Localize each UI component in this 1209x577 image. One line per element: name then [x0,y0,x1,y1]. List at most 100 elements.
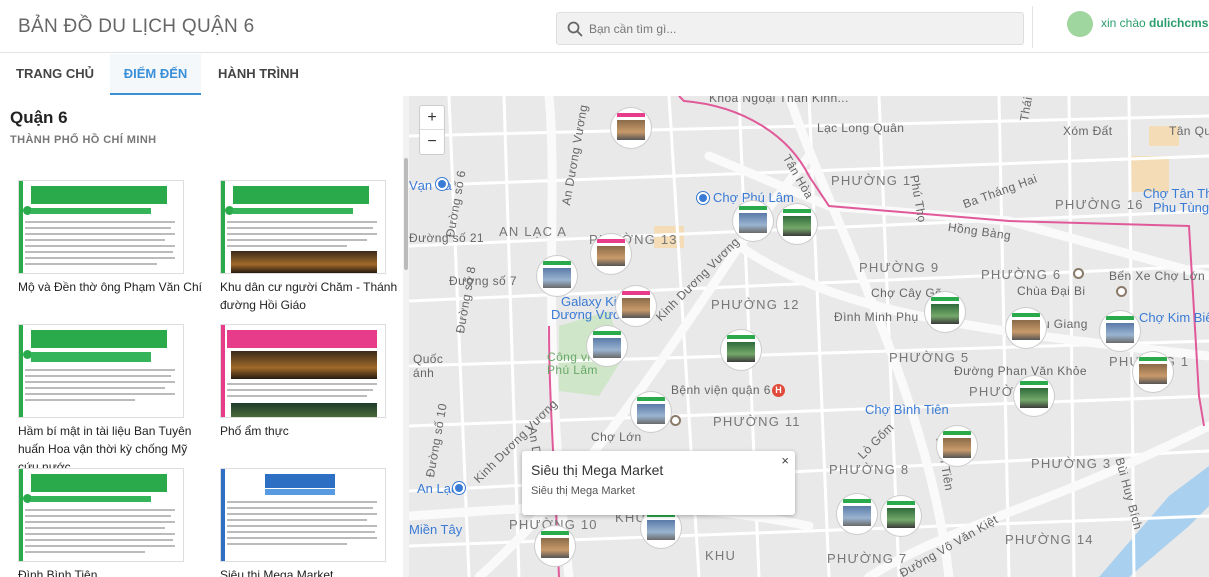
place-dot-icon[interactable] [1073,268,1084,279]
place-pin-icon[interactable] [697,192,709,204]
username: dulichcms [1149,16,1209,30]
place-pin-icon[interactable] [453,482,465,494]
map-label: An Lạc [417,481,458,496]
place-thumbnail [18,180,184,274]
map-label: Tân Quý [1169,124,1209,138]
popup-title: Siêu thị Mega Market [531,462,664,478]
place-card-label: Phố ẩm thực [220,424,289,438]
scrollbar-thumb[interactable] [404,158,408,270]
place-marker[interactable] [733,201,773,241]
hospital-icon[interactable]: H [772,384,785,397]
zoom-out-button[interactable]: − [420,130,444,154]
search-input[interactable] [589,17,1009,41]
place-marker[interactable] [1006,308,1046,348]
map-label: Chùa Đại Bi [1017,284,1086,298]
place-marker[interactable] [925,292,965,332]
popup-subtitle: Siêu thị Mega Market [531,485,635,497]
place-marker[interactable] [1014,376,1054,416]
app-header: BẢN ĐỒ DU LỊCH QUẬN 6 xin chào dulichcms [0,0,1209,53]
tab-hanh-trinh[interactable]: HÀNH TRÌNH [203,54,314,95]
map-label: Chợ Tân Thọ [1143,186,1209,201]
map-label: PHƯỜNG 3 [1031,456,1112,471]
map-label: PHƯỜNG 6 [981,267,1062,282]
place-card-label: Siêu thị Mega Market [220,568,334,577]
map-label: Chợ Lớn [591,430,642,444]
tab-diem-den[interactable]: ĐIỂM ĐẾN [110,54,201,95]
place-card[interactable]: Phố ẩm thực [220,324,403,440]
place-pin-icon[interactable] [436,178,448,190]
map-label: Xóm Đất [1063,124,1113,138]
area-title: Quận 6 [10,108,68,127]
map-label: PHƯỜNG 14 [1005,532,1094,547]
map-label: PHƯỜNG 7 [827,551,908,566]
map-label: PHƯỜNG 8 [829,462,910,477]
place-marker[interactable] [1133,352,1173,392]
place-card-label: Đình Bình Tiên [18,568,98,577]
place-marker[interactable] [611,108,651,148]
map-label: KHU [705,548,737,563]
map-label: Đường số 21 [409,231,485,245]
search-icon [567,21,583,37]
search-box[interactable] [556,12,1024,45]
user-greeting[interactable]: xin chào dulichcms [1101,16,1208,30]
main-tabs: TRANG CHỦ ĐIỂM ĐẾN HÀNH TRÌNH [0,54,408,95]
place-card[interactable]: Siêu thị Mega Market [220,468,403,577]
map-label: Quốc [413,352,444,366]
info-popup: Siêu thị Mega Market Siêu thị Mega Marke… [522,451,795,515]
place-thumbnail [18,468,184,562]
map-label: PHƯỜNG 1 [831,173,912,188]
map-label: u Giang [1043,317,1088,331]
area-subtitle: THÀNH PHỐ HỒ CHÍ MINH [10,134,157,146]
place-card[interactable]: Khu dân cư người Chăm - Thánh đường Hồi … [220,180,403,314]
tab-trang-chu[interactable]: TRANG CHỦ [0,54,110,95]
place-card-label: Khu dân cư người Chăm - Thánh đường Hồi … [220,280,398,312]
place-marker[interactable] [535,526,575,566]
map-label: PHƯỜNG 12 [711,297,800,312]
map-label: Chợ Kim Biên [1139,310,1209,325]
place-card[interactable]: Mộ và Đền thờ ông Phạm Văn Chí [18,180,208,296]
map-label: Chợ Bình Tiên [865,402,949,417]
place-marker[interactable] [881,496,921,536]
place-thumbnail [220,468,386,562]
zoom-control: + − [419,105,445,155]
map-label: PHƯỜNG 11 [713,414,801,429]
place-marker[interactable] [537,256,577,296]
greeting-prefix: xin chào [1101,16,1150,30]
map-label: Đường Phan Văn Khỏe [954,364,1087,378]
place-marker[interactable] [616,286,656,326]
place-thumbnail [220,180,386,274]
map-label: Bệnh viện quận 6 [671,383,771,397]
place-marker[interactable] [837,494,877,534]
place-thumbnail [18,324,184,418]
app-title: BẢN ĐỒ DU LỊCH QUẬN 6 [18,16,255,37]
avatar[interactable] [1067,11,1093,37]
map-label: Đường số 7 [449,274,517,288]
map-label: Khoa Ngoại Thần Kinh... [709,96,849,105]
place-marker[interactable] [937,426,977,466]
map-label: PHƯỜNG 5 [889,350,970,365]
zoom-in-button[interactable]: + [420,106,444,130]
map-label: Phu Tùng [1153,200,1209,215]
place-card[interactable]: Đình Bình Tiên [18,468,208,577]
place-dot-icon[interactable] [1116,286,1127,297]
place-marker[interactable] [631,392,671,432]
tourist-map[interactable]: + − Khoa Ngoại Thần Kinh... Lạc Long Quâ… [409,96,1209,577]
place-marker[interactable] [1100,311,1140,351]
place-dot-icon[interactable] [670,415,681,426]
map-label: PHƯỜNG 16 [1055,197,1144,212]
map-label: Bến Xe Chợ Lớn [1109,269,1206,283]
close-icon[interactable]: × [781,453,789,468]
place-card[interactable]: Hầm bí mật in tài liệu Ban Tuyên huấn Ho… [18,324,208,476]
map-label: PHƯỜNG 9 [859,260,940,275]
map-label: AN LẠC A [499,224,568,239]
place-marker[interactable] [777,204,817,244]
place-card-label: Mộ và Đền thờ ông Phạm Văn Chí [18,280,202,294]
map-label: Miền Tây [409,522,463,537]
place-marker[interactable] [591,234,631,274]
map-label: ánh [413,366,435,380]
places-sidebar: Quận 6 THÀNH PHỐ HỒ CHÍ MINH Mộ và Đền t… [0,96,403,577]
map-label: Lạc Long Quân [817,121,905,135]
place-marker[interactable] [587,326,627,366]
place-marker[interactable] [721,330,761,370]
place-thumbnail [220,324,386,418]
